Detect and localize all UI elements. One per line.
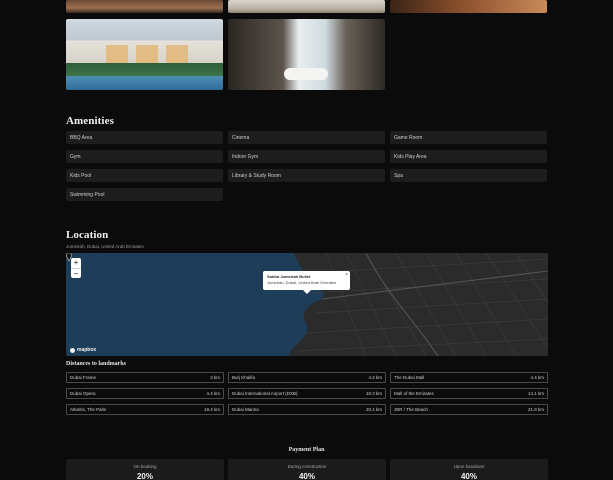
distances-grid: Dubai Frame 3 km Burj Khalifa 4.2 km The D… <box>66 372 548 415</box>
amenity-item: Game Room <box>390 131 547 144</box>
payment-stage-card: Upon handover 40% <box>390 459 548 480</box>
gallery-photo[interactable] <box>228 0 385 13</box>
distance-name: JBR / The Beach <box>394 407 428 412</box>
popup-close-button[interactable]: × <box>345 272 348 278</box>
map-pin-icon[interactable] <box>66 253 72 261</box>
mapbox-logo-text: mapbox <box>77 347 97 353</box>
amenity-item: Swimming Pool <box>66 188 223 201</box>
payment-stage-label: On booking <box>133 464 157 469</box>
zoom-in-button[interactable]: + <box>71 258 81 268</box>
window-glow <box>106 45 128 63</box>
distance-name: Dubai International Airport (DXB) <box>232 391 298 396</box>
map-zoom-controls: + − <box>71 258 81 278</box>
distance-name: Dubai Frame <box>70 375 97 380</box>
distance-name: Atlantis, The Palm <box>70 407 107 412</box>
distance-item: Dubai Frame 3 km <box>66 372 224 383</box>
amenity-item: Kids Play Area <box>390 150 547 163</box>
zoom-out-button[interactable]: − <box>71 268 81 278</box>
payment-stage-percent: 40% <box>298 472 315 480</box>
distance-item: JBR / The Beach 21.8 km <box>390 404 548 415</box>
distance-value: 20.1 km <box>365 407 382 412</box>
distance-item: Burj Khalifa 4.2 km <box>228 372 386 383</box>
amenity-item: Gym <box>66 150 223 163</box>
distance-item: Dubai Opera 4.4 km <box>66 388 224 399</box>
amenities-title: Amenities <box>66 115 114 127</box>
gallery-photo-villa[interactable] <box>66 19 223 90</box>
distance-name: Dubai Marina <box>232 407 259 412</box>
location-title: Location <box>66 229 109 241</box>
distance-value: 4.4 km <box>530 375 544 380</box>
distance-name: The Dubai Mall <box>394 375 425 380</box>
gallery-second-row <box>66 19 385 90</box>
payment-plan-cards: On booking 20% During construction 40% U… <box>66 459 548 480</box>
location-map[interactable]: + − × Sobha Jumeirah Bullet Jumeirah, Du… <box>66 253 548 356</box>
payment-stage-card: During construction 40% <box>228 459 386 480</box>
amenity-item: Library & Study Room <box>228 169 385 182</box>
distance-item: Dubai Marina 20.1 km <box>228 404 386 415</box>
distance-name: Burj Khalifa <box>232 375 256 380</box>
distance-item: Mall of the Emirates 14.1 km <box>390 388 548 399</box>
map-canvas[interactable] <box>66 253 548 356</box>
amenities-grid: BBQ Area Cinema Game Room Gym Indoor Gym… <box>66 131 548 201</box>
payment-stage-label: During construction <box>287 464 327 469</box>
gallery-photo[interactable] <box>66 0 223 13</box>
distance-item: Atlantis, The Palm 18.4 km <box>66 404 224 415</box>
popup-address: Jumeirah, Dubai, United Arab Emirates <box>267 280 337 285</box>
distances-title: Distances to landmarks <box>66 361 127 367</box>
distance-value: 4.2 km <box>368 375 382 380</box>
distance-value: 3 km <box>210 375 220 380</box>
distance-name: Dubai Opera <box>70 391 96 396</box>
amenity-item: BBQ Area <box>66 131 223 144</box>
popup-title: Sobha Jumeirah Bullet <box>267 274 311 279</box>
amenity-item: Cinema <box>228 131 385 144</box>
distance-item: The Dubai Mall 4.4 km <box>390 372 548 383</box>
payment-stage-percent: 40% <box>460 472 477 480</box>
amenity-item: Indoor Gym <box>228 150 385 163</box>
amenity-item: Spa <box>390 169 547 182</box>
location-address: Jumeirah, Dubai, United Arab Emirates <box>66 244 144 249</box>
distance-name: Mall of the Emirates <box>394 391 434 396</box>
mapbox-logo-icon <box>70 347 75 353</box>
payment-stage-percent: 20% <box>136 472 153 480</box>
distance-value: 21.8 km <box>527 407 544 412</box>
map-popup: × Sobha Jumeirah Bullet Jumeirah, Dubai,… <box>263 271 350 294</box>
mapbox-logo: mapbox <box>70 347 96 353</box>
payment-plan-title: Payment Plan <box>288 447 325 453</box>
window-glow <box>136 45 158 63</box>
payment-stage-label: Upon handover <box>453 464 485 469</box>
window-glow <box>166 45 188 63</box>
distance-value: 10.3 km <box>365 391 382 396</box>
bathtub <box>284 68 328 80</box>
gallery-photo[interactable] <box>390 0 547 13</box>
distance-value: 14.1 km <box>527 391 544 396</box>
gallery-photo-bathroom[interactable] <box>228 19 385 90</box>
amenity-item: Kids Pool <box>66 169 223 182</box>
distance-value: 18.4 km <box>203 407 220 412</box>
distance-item: Dubai International Airport (DXB) 10.3 km <box>228 388 386 399</box>
gallery-top-row <box>66 0 547 13</box>
distance-value: 4.4 km <box>206 391 220 396</box>
payment-stage-card: On booking 20% <box>66 459 224 480</box>
